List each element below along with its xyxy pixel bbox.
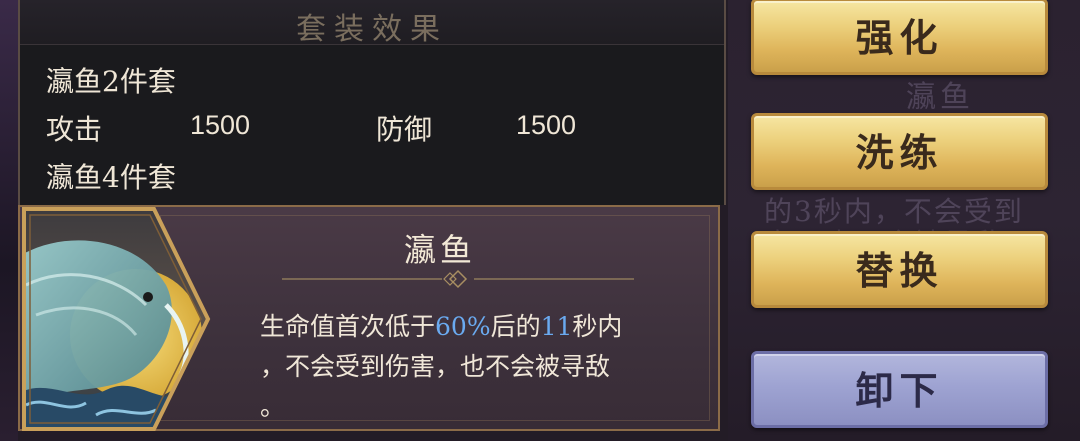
item-detail-card: 瀛鱼 生命值首次低于60%后的11秒内 ，不会受到伤害，也不会被寻敌 。 <box>18 205 720 431</box>
stat-defense-value: 1500 <box>516 110 577 140</box>
item-name: 瀛鱼 <box>403 231 476 269</box>
item-description: 生命值首次低于60%后的11秒内 ，不会受到伤害，也不会被寻敌 。 <box>260 307 720 427</box>
highlight-seconds: 11 <box>540 312 573 341</box>
four-piece-label: 瀛鱼4件套 <box>46 161 176 194</box>
stat-attack-value: 1500 <box>190 110 251 140</box>
set-effects-panel: 套装效果 瀛鱼2件套 攻击 1500 防御 1500 瀛鱼4件套 <box>18 0 726 205</box>
description-line-1: 生命值首次低于60%后的11秒内 <box>260 312 623 341</box>
set-effects-header: 套装效果 <box>20 0 724 47</box>
set-effects-title: 套装效果 <box>296 12 448 47</box>
enhance-button[interactable]: 强化 <box>751 0 1048 75</box>
description-line-3: 。 <box>260 392 286 421</box>
highlight-percent: 60% <box>435 312 491 341</box>
background-item-name: 瀛鱼 <box>906 80 974 115</box>
unequip-button[interactable]: 卸下 <box>751 351 1048 428</box>
title-divider <box>282 269 634 289</box>
stat-attack-label: 攻击 <box>46 113 103 146</box>
two-piece-label: 瀛鱼2件套 <box>46 65 176 98</box>
description-line-2: ，不会受到伤害，也不会被寻敌 <box>260 352 611 381</box>
stat-defense-label: 防御 <box>376 113 433 146</box>
refine-button[interactable]: 洗练 <box>751 113 1048 190</box>
replace-button[interactable]: 替换 <box>751 231 1048 308</box>
